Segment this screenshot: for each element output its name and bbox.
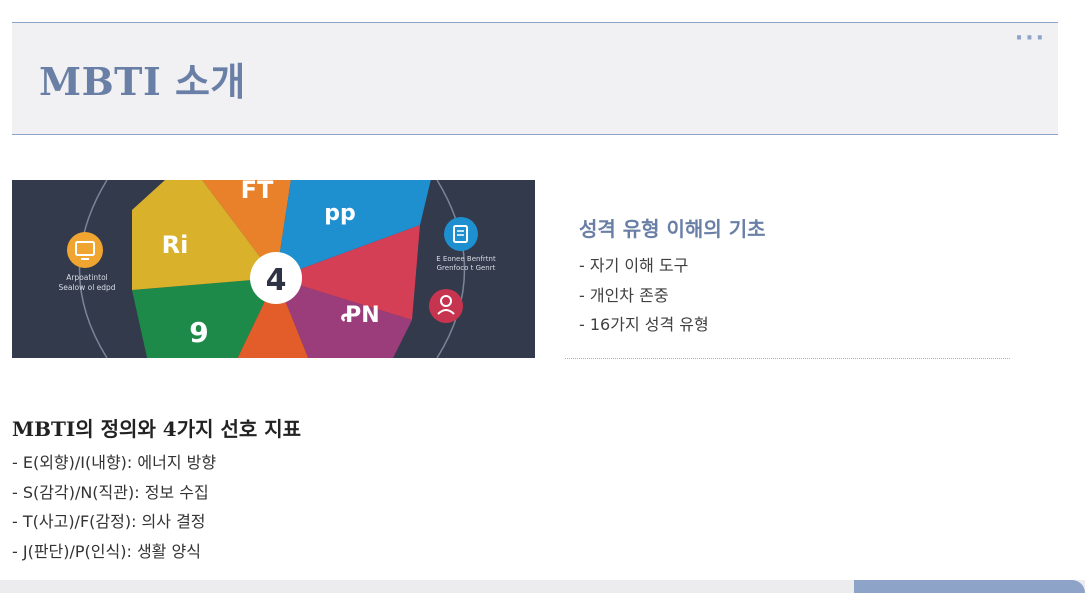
monitor-icon <box>67 232 103 268</box>
list-item: - J(판단)/P(인식): 생활 양식 <box>12 541 201 561</box>
list-item: - T(사고)/F(감정): 의사 결정 <box>12 512 206 531</box>
left-caption-line2: Sealow ol edpd <box>58 283 115 292</box>
more-horizontal-icon[interactable]: ··· <box>1015 26 1046 51</box>
definition-list: - E(외향)/I(내향): 에너지 방향 - S(감각)/N(직관): 정보 … <box>12 448 216 566</box>
list-item: - S(감각)/N(직관): 정보 수집 <box>12 482 209 502</box>
segment-label-pp: pp <box>324 201 356 226</box>
definition-title: MBTI의 정의와 4가지 선호 지표 <box>12 417 302 441</box>
header: MBTI 소개 ··· <box>12 22 1058 135</box>
segment-label-ri: Ri <box>162 231 189 259</box>
document-icon <box>444 217 478 251</box>
list-item: - 자기 이해 도구 <box>579 256 689 275</box>
left-arc <box>78 180 108 358</box>
mbti-illustration: 4 FT pp Ri ꝒN 9 Arpoatintol Sealow ol ed… <box>12 180 535 358</box>
right-caption-line2: Grenfoco t Genrt <box>437 264 496 272</box>
summary-list: - 자기 이해 도구 - 개인차 존중 - 16가지 성격 유형 <box>579 251 709 340</box>
segment-label-9: 9 <box>189 316 208 349</box>
right-caption-line1: E Eonee Benfrtnt <box>436 255 496 263</box>
intro-summary: 성격 유형 이해의 기초 - 자기 이해 도구 - 개인차 존중 - 16가지 … <box>565 207 1010 359</box>
person-icon <box>429 289 463 323</box>
list-item: - E(외향)/I(내향): 에너지 방향 <box>12 453 217 472</box>
left-caption-line1: Arpoatintol <box>66 273 108 282</box>
mbti-wheel-graphic: 4 FT pp Ri ꝒN 9 Arpoatintol Sealow ol ed… <box>58 180 496 358</box>
summary-title: 성격 유형 이해의 기초 <box>579 217 766 241</box>
segment-label-n: ꝒN <box>340 303 379 328</box>
center-label: 4 <box>266 263 287 298</box>
list-item: - 16가지 성격 유형 <box>579 315 709 334</box>
list-item: - 개인차 존중 <box>579 285 669 305</box>
segment-label-ft: FT <box>241 180 274 204</box>
footer-accent <box>854 580 1085 593</box>
page-title: MBTI 소개 <box>39 59 246 104</box>
